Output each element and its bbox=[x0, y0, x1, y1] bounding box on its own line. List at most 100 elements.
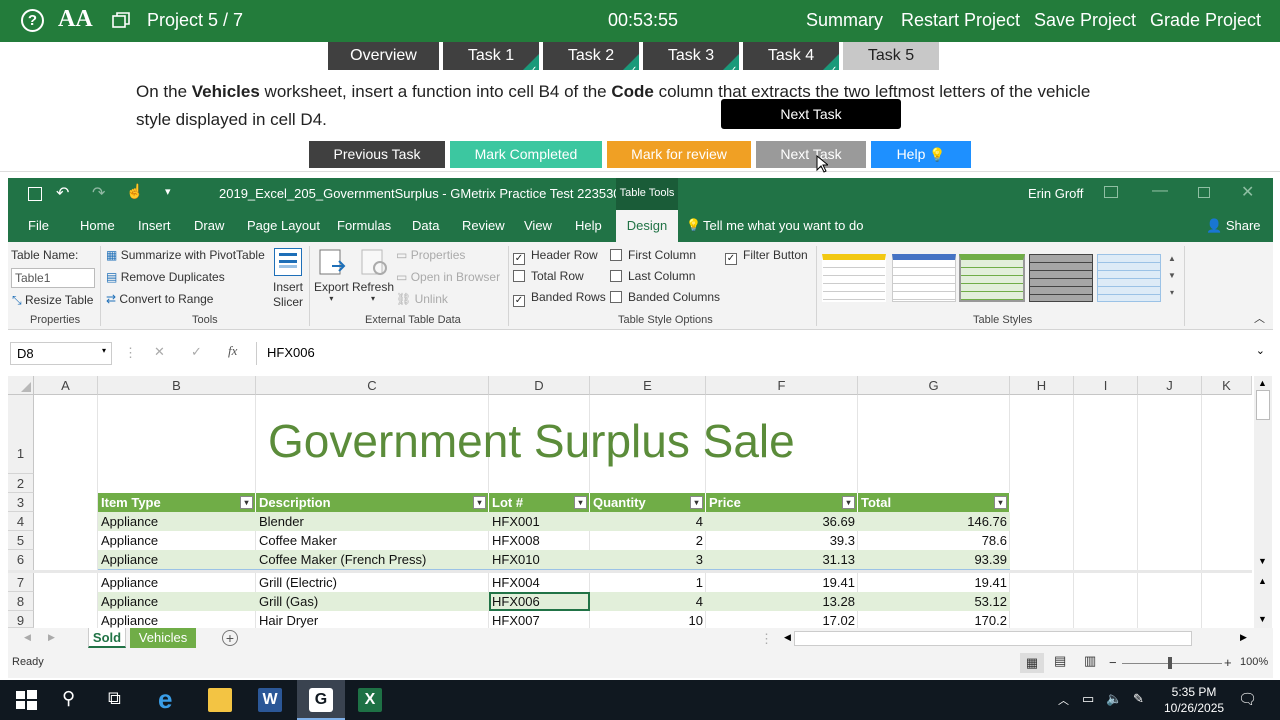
page-break-view-icon[interactable]: ▥ bbox=[1084, 653, 1096, 669]
ribbon-display-icon[interactable] bbox=[1104, 186, 1118, 198]
table-cell[interactable]: 2 bbox=[590, 531, 706, 550]
undo-icon[interactable]: ↶ bbox=[56, 183, 69, 203]
scroll-right-icon[interactable]: ▶ bbox=[1240, 632, 1247, 643]
table-style-green-selected[interactable] bbox=[959, 254, 1025, 302]
tab-task-2[interactable]: Task 2 bbox=[543, 42, 639, 85]
table-header-cell[interactable]: Total ▾ bbox=[858, 493, 1010, 512]
remove-duplicates-button[interactable]: ▤ Remove Duplicates bbox=[106, 270, 225, 284]
name-box[interactable]: D8 ▾ bbox=[10, 342, 112, 365]
tab-help[interactable]: Help bbox=[575, 218, 602, 233]
scroll-left-icon[interactable]: ◀ bbox=[784, 632, 791, 643]
total-row-checkbox[interactable]: Total Row bbox=[513, 269, 584, 283]
table-header-cell[interactable]: Description ▾ bbox=[256, 493, 489, 512]
table-cell[interactable]: Appliance bbox=[98, 531, 256, 550]
share-button[interactable]: 👤 Share bbox=[1206, 218, 1261, 234]
tell-me-search[interactable]: Tell me what you want to do bbox=[703, 218, 863, 233]
tab-task-1[interactable]: Task 1 bbox=[443, 42, 539, 85]
table-cell[interactable]: 4 bbox=[590, 512, 706, 531]
table-header-cell[interactable]: Item Type ▾ bbox=[98, 493, 256, 512]
zoom-level[interactable]: 100% bbox=[1240, 656, 1268, 668]
row-header[interactable]: 6 bbox=[8, 550, 34, 571]
table-header-cell[interactable]: Price ▾ bbox=[706, 493, 858, 512]
network-icon[interactable]: ▭ bbox=[1082, 691, 1094, 707]
table-cell[interactable]: Coffee Maker bbox=[256, 531, 489, 550]
table-cell[interactable]: 93.39 bbox=[858, 550, 1010, 569]
table-cell[interactable]: Hair Dryer bbox=[256, 611, 489, 628]
last-column-checkbox[interactable]: Last Column bbox=[610, 269, 695, 283]
row-header[interactable]: 8 bbox=[8, 592, 34, 611]
split-handle-icon[interactable]: ⋮ bbox=[760, 631, 773, 647]
zoom-slider[interactable] bbox=[1122, 663, 1222, 664]
formula-input[interactable]: HFX006 ⌄ bbox=[256, 342, 1268, 365]
table-cell[interactable]: 17.02 bbox=[706, 611, 858, 628]
pen-icon[interactable]: ✎ bbox=[1133, 691, 1144, 707]
column-header-a[interactable]: A bbox=[34, 376, 98, 395]
task-view-icon[interactable]: ⧉ bbox=[108, 688, 132, 712]
column-header-g[interactable]: G bbox=[858, 376, 1010, 395]
table-cell[interactable]: HFX004 bbox=[489, 573, 590, 592]
zoom-out-icon[interactable]: − bbox=[1109, 655, 1117, 670]
sheet-tab-sold[interactable]: Sold bbox=[88, 628, 126, 648]
collapse-ribbon-icon[interactable]: ︿ bbox=[1254, 310, 1265, 326]
table-style-gray[interactable] bbox=[1029, 254, 1093, 302]
zoom-in-icon[interactable]: + bbox=[1224, 655, 1232, 670]
tab-home[interactable]: Home bbox=[80, 218, 115, 233]
open-in-browser-button[interactable]: ▭ Open in Browser bbox=[396, 270, 500, 284]
table-cell[interactable]: 13.28 bbox=[706, 592, 858, 611]
filter-dropdown-icon[interactable]: ▾ bbox=[842, 496, 855, 509]
column-header-i[interactable]: I bbox=[1074, 376, 1138, 395]
redo-icon[interactable]: ↷ bbox=[92, 183, 105, 203]
worksheet-grid[interactable]: A B C D E F G H I J K 1 2 3 4 5 6 7 8 9 … bbox=[8, 376, 1273, 628]
table-cell[interactable]: Appliance bbox=[98, 512, 256, 531]
touch-mode-icon[interactable]: ☝ bbox=[126, 183, 143, 200]
table-cell[interactable]: 31.13 bbox=[706, 550, 858, 569]
save-project-link[interactable]: Save Project bbox=[1034, 10, 1136, 31]
scroll-up-icon[interactable]: ▲ bbox=[1258, 378, 1267, 388]
resize-table-button[interactable]: ⤡ Resize Table bbox=[12, 293, 93, 308]
table-cell[interactable]: Grill (Electric) bbox=[256, 573, 489, 592]
table-cell[interactable]: 78.6 bbox=[858, 531, 1010, 550]
filter-sort-icon[interactable]: ▾ bbox=[240, 496, 253, 509]
column-header-j[interactable]: J bbox=[1138, 376, 1202, 395]
table-name-input[interactable]: Table1 bbox=[11, 268, 95, 288]
table-cell[interactable]: HFX001 bbox=[489, 512, 590, 531]
horizontal-scrollbar[interactable] bbox=[794, 631, 1192, 646]
next-task-button[interactable]: Next Task bbox=[756, 141, 866, 168]
add-sheet-icon[interactable]: + bbox=[222, 630, 238, 646]
scroll-down-icon[interactable]: ▼ bbox=[1258, 614, 1267, 624]
column-header-e[interactable]: E bbox=[590, 376, 706, 395]
table-style-blue[interactable] bbox=[892, 254, 956, 302]
table-cell[interactable]: 3 bbox=[590, 550, 706, 569]
excel-icon[interactable]: X bbox=[358, 688, 382, 712]
table-header-cell[interactable]: Lot # ▾ bbox=[489, 493, 590, 512]
clock[interactable]: 5:35 PM 10/26/2025 bbox=[1164, 684, 1224, 716]
file-explorer-icon[interactable] bbox=[208, 688, 232, 712]
scroll-down-icon[interactable]: ▼ bbox=[1258, 556, 1267, 566]
filter-sort-icon[interactable]: ▾ bbox=[473, 496, 486, 509]
help-circle-icon[interactable]: ? bbox=[21, 9, 44, 32]
table-cell[interactable]: 146.76 bbox=[858, 512, 1010, 531]
tab-design[interactable]: Design bbox=[616, 210, 678, 242]
filter-button-checkbox[interactable]: ✓ Filter Button bbox=[725, 248, 808, 265]
row-header[interactable]: 1 bbox=[8, 395, 34, 474]
tab-file[interactable]: File bbox=[28, 218, 49, 233]
tab-data[interactable]: Data bbox=[412, 218, 439, 233]
drag-handle-icon[interactable]: ⋮ bbox=[124, 345, 137, 361]
table-cell[interactable]: Appliance bbox=[98, 592, 256, 611]
table-cell[interactable]: 10 bbox=[590, 611, 706, 628]
column-header-h[interactable]: H bbox=[1010, 376, 1074, 395]
notification-icon[interactable]: 🗨 bbox=[1238, 690, 1257, 708]
page-layout-view-icon[interactable]: ▤ bbox=[1054, 653, 1066, 669]
table-cell[interactable]: 19.41 bbox=[706, 573, 858, 592]
tab-task-4[interactable]: Task 4 bbox=[743, 42, 839, 85]
table-cell[interactable]: Appliance bbox=[98, 611, 256, 628]
tab-draw[interactable]: Draw bbox=[194, 218, 224, 233]
banded-columns-checkbox[interactable]: Banded Columns bbox=[610, 290, 720, 304]
filter-dropdown-icon[interactable]: ▾ bbox=[690, 496, 703, 509]
tab-overview[interactable]: Overview bbox=[328, 42, 439, 70]
search-icon[interactable]: ⚲ bbox=[62, 688, 86, 712]
column-header-f[interactable]: F bbox=[706, 376, 858, 395]
expand-formula-icon[interactable]: ⌄ bbox=[1256, 344, 1265, 357]
table-cell[interactable]: HFX008 bbox=[489, 531, 590, 550]
tab-view[interactable]: View bbox=[524, 218, 552, 233]
